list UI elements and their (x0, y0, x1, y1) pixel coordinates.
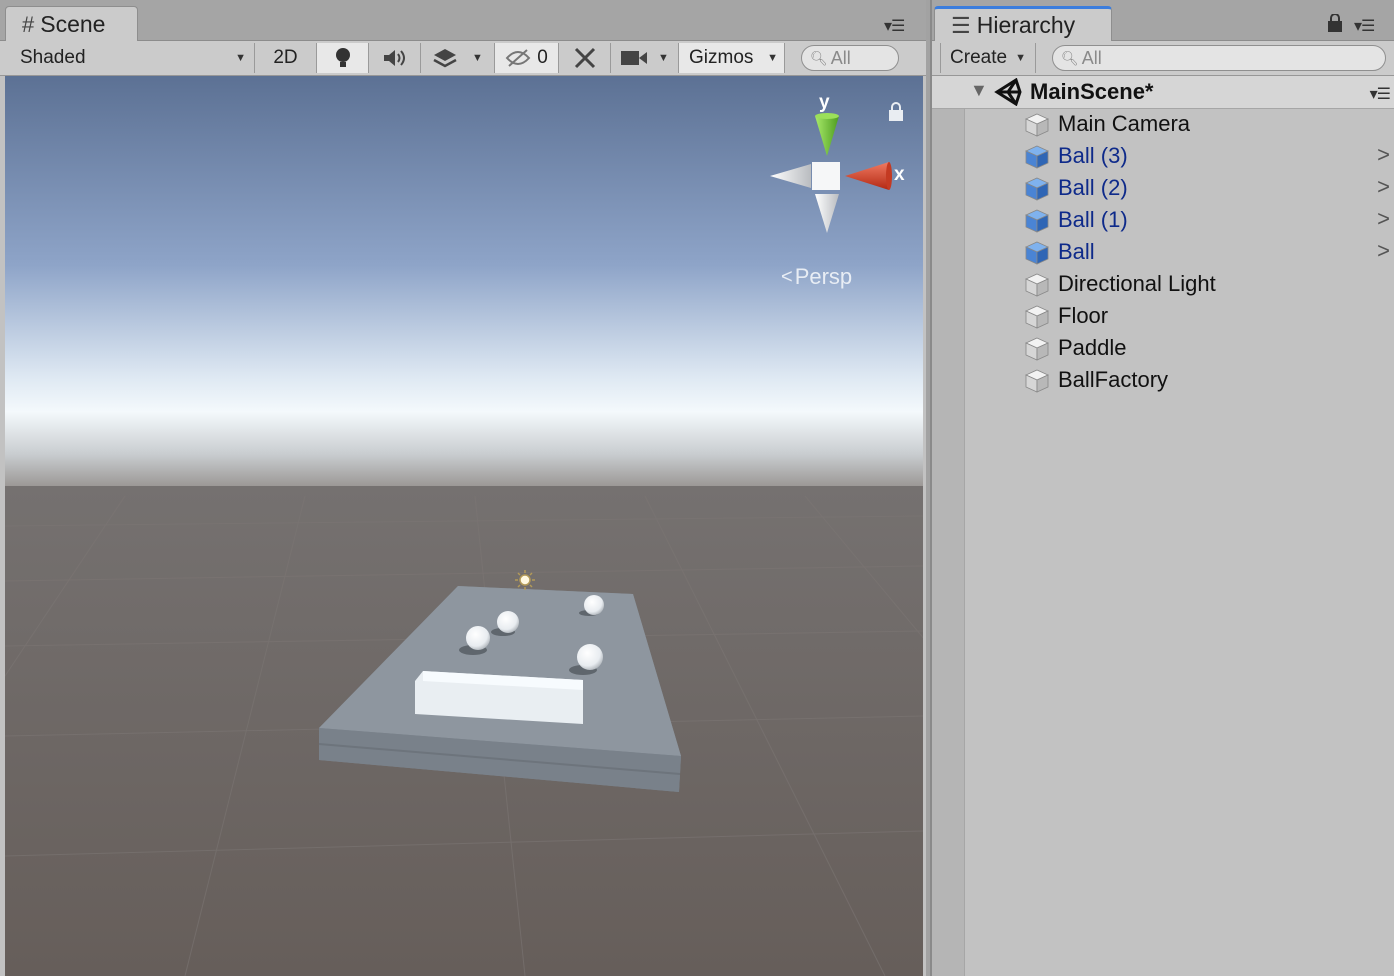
scene-search-input[interactable]: 🔍︎ All (801, 45, 899, 71)
create-label: Create (950, 47, 1008, 68)
hidden-count: 0 (537, 47, 548, 68)
gizmo-center-cube (812, 162, 840, 190)
prefab-cube-icon (1025, 145, 1049, 169)
scene-render (5, 76, 923, 976)
2d-toggle-button[interactable]: 2D (255, 43, 317, 73)
layers-icon (433, 49, 457, 68)
audio-toggle-button[interactable] (369, 43, 421, 73)
chevron-down-icon: ▼ (1015, 52, 1026, 64)
eye-slash-icon (505, 49, 531, 67)
chevron-right-icon[interactable]: > (1377, 238, 1390, 264)
scene-viewport[interactable]: y x < Persp (5, 76, 923, 976)
prefab-cube-icon (1025, 209, 1049, 233)
hierarchy-item[interactable]: Floor (932, 300, 1394, 332)
chevron-right-icon[interactable]: > (1377, 206, 1390, 232)
scene-panel: # Scene ▾☰ Shaded ▼ 2D ▼ 0 ▼ Gizmos ▼ 🔍︎… (0, 0, 926, 976)
shading-mode-dropdown[interactable]: Shaded ▼ (0, 43, 255, 73)
gizmo-y-label[interactable]: y (819, 92, 830, 114)
hidden-objects-toggle[interactable]: 0 (495, 43, 559, 73)
hierarchy-tab-strip: ☰ Hierarchy ▾☰ (932, 0, 1394, 42)
hierarchy-item[interactable]: Main Camera (932, 108, 1394, 140)
gameobject-cube-icon (1025, 273, 1049, 297)
chevron-right-icon[interactable]: > (1377, 174, 1390, 200)
scene-tab-title: Scene (40, 11, 106, 37)
gameobject-cube-icon (1025, 113, 1049, 137)
hierarchy-item-label: BallFactory (1058, 367, 1169, 392)
perspective-icon: < (781, 265, 793, 288)
search-icon: 🔍︎ (1061, 49, 1079, 66)
search-icon: 🔍︎ (810, 49, 828, 66)
hierarchy-item-label: Ball (1) (1058, 207, 1128, 232)
panel-menu-icon[interactable]: ▾☰ (1354, 16, 1375, 36)
lock-icon[interactable] (1328, 13, 1342, 37)
hierarchy-tab[interactable]: ☰ Hierarchy (934, 6, 1112, 42)
unity-logo-icon (994, 78, 1022, 106)
chevron-right-icon[interactable]: > (1377, 142, 1390, 168)
chevron-down-icon: ▼ (658, 52, 669, 64)
hierarchy-item[interactable]: Ball (3) > (932, 140, 1394, 172)
hierarchy-panel: ☰ Hierarchy ▾☰ Create ▼ 🔍︎ All ▼ MainSce… (930, 0, 1394, 976)
camera-icon (621, 51, 648, 65)
hierarchy-item[interactable]: Ball (1) > (932, 204, 1394, 236)
hierarchy-item-label: Main Camera (1058, 111, 1191, 136)
scene-tab-strip: # Scene ▾☰ (0, 0, 926, 42)
hierarchy-item-label: Ball (1058, 239, 1095, 264)
tools-toggle-button[interactable] (559, 43, 611, 73)
chevron-down-icon: ▼ (472, 52, 483, 64)
hierarchy-item-label: Directional Light (1058, 271, 1216, 296)
hierarchy-item-label: Ball (3) (1058, 143, 1128, 168)
ball-sphere (466, 626, 490, 650)
hierarchy-item[interactable]: Directional Light (932, 268, 1394, 300)
list-icon: ☰ (951, 12, 971, 38)
hierarchy-item-label: Ball (2) (1058, 175, 1128, 200)
chevron-down-icon: ▼ (767, 52, 778, 64)
gameobject-cube-icon (1025, 369, 1049, 393)
ball-sphere (577, 644, 603, 670)
chevron-down-icon: ▼ (235, 52, 246, 64)
ball-sphere (584, 595, 604, 615)
prefab-cube-icon (1025, 177, 1049, 201)
grid-icon: # (22, 11, 35, 37)
hierarchy-item-label: Floor (1058, 303, 1109, 328)
scene-menu-icon[interactable]: ▾☰ (1370, 84, 1391, 104)
sun-icon (515, 570, 535, 590)
expand-triangle-icon[interactable]: ▼ (970, 80, 988, 101)
effects-dropdown[interactable]: ▼ (421, 43, 495, 73)
hierarchy-item-label: Paddle (1058, 335, 1127, 360)
create-dropdown[interactable]: Create ▼ (940, 43, 1036, 73)
hierarchy-list: ▼ MainScene* ▾☰ Main Camera Ball (3) > Ball… (932, 76, 1394, 976)
prefab-cube-icon (1025, 241, 1049, 265)
lightbulb-icon (335, 48, 350, 67)
hierarchy-search-placeholder: All (1081, 47, 1102, 68)
scene-tab[interactable]: # Scene (5, 6, 138, 42)
gameobject-cube-icon (1025, 305, 1049, 329)
shading-mode-label: Shaded (20, 47, 86, 68)
2d-label: 2D (273, 47, 298, 68)
gameobject-cube-icon (1025, 337, 1049, 361)
scene-name: MainScene* (1030, 79, 1154, 104)
scene-toolbar: Shaded ▼ 2D ▼ 0 ▼ Gizmos ▼ 🔍︎ All (0, 41, 926, 76)
hierarchy-toolbar: Create ▼ 🔍︎ All (932, 41, 1394, 76)
ball-sphere (497, 611, 519, 633)
gizmos-label: Gizmos (689, 47, 754, 68)
projection-label: Persp (794, 264, 853, 289)
gizmos-dropdown[interactable]: Gizmos ▼ (679, 43, 785, 73)
tools-icon (574, 47, 595, 69)
hierarchy-tab-title: Hierarchy (976, 12, 1076, 38)
speaker-icon (383, 50, 405, 66)
lighting-toggle-button[interactable] (317, 43, 369, 73)
panel-menu-icon[interactable]: ▾☰ (884, 16, 905, 36)
hierarchy-item[interactable]: Ball > (932, 236, 1394, 268)
hierarchy-search-input[interactable]: 🔍︎ All (1052, 45, 1386, 71)
scene-search-placeholder: All (830, 47, 851, 68)
hierarchy-item[interactable]: Ball (2) > (932, 172, 1394, 204)
gizmo-x-label[interactable]: x (894, 164, 905, 186)
camera-dropdown[interactable]: ▼ (611, 43, 679, 73)
hierarchy-item[interactable]: BallFactory (932, 364, 1394, 396)
hierarchy-item[interactable]: Paddle (932, 332, 1394, 364)
scene-root-row[interactable]: ▼ MainScene* ▾☰ (932, 76, 1394, 109)
projection-toggle[interactable]: < Persp (781, 264, 852, 290)
